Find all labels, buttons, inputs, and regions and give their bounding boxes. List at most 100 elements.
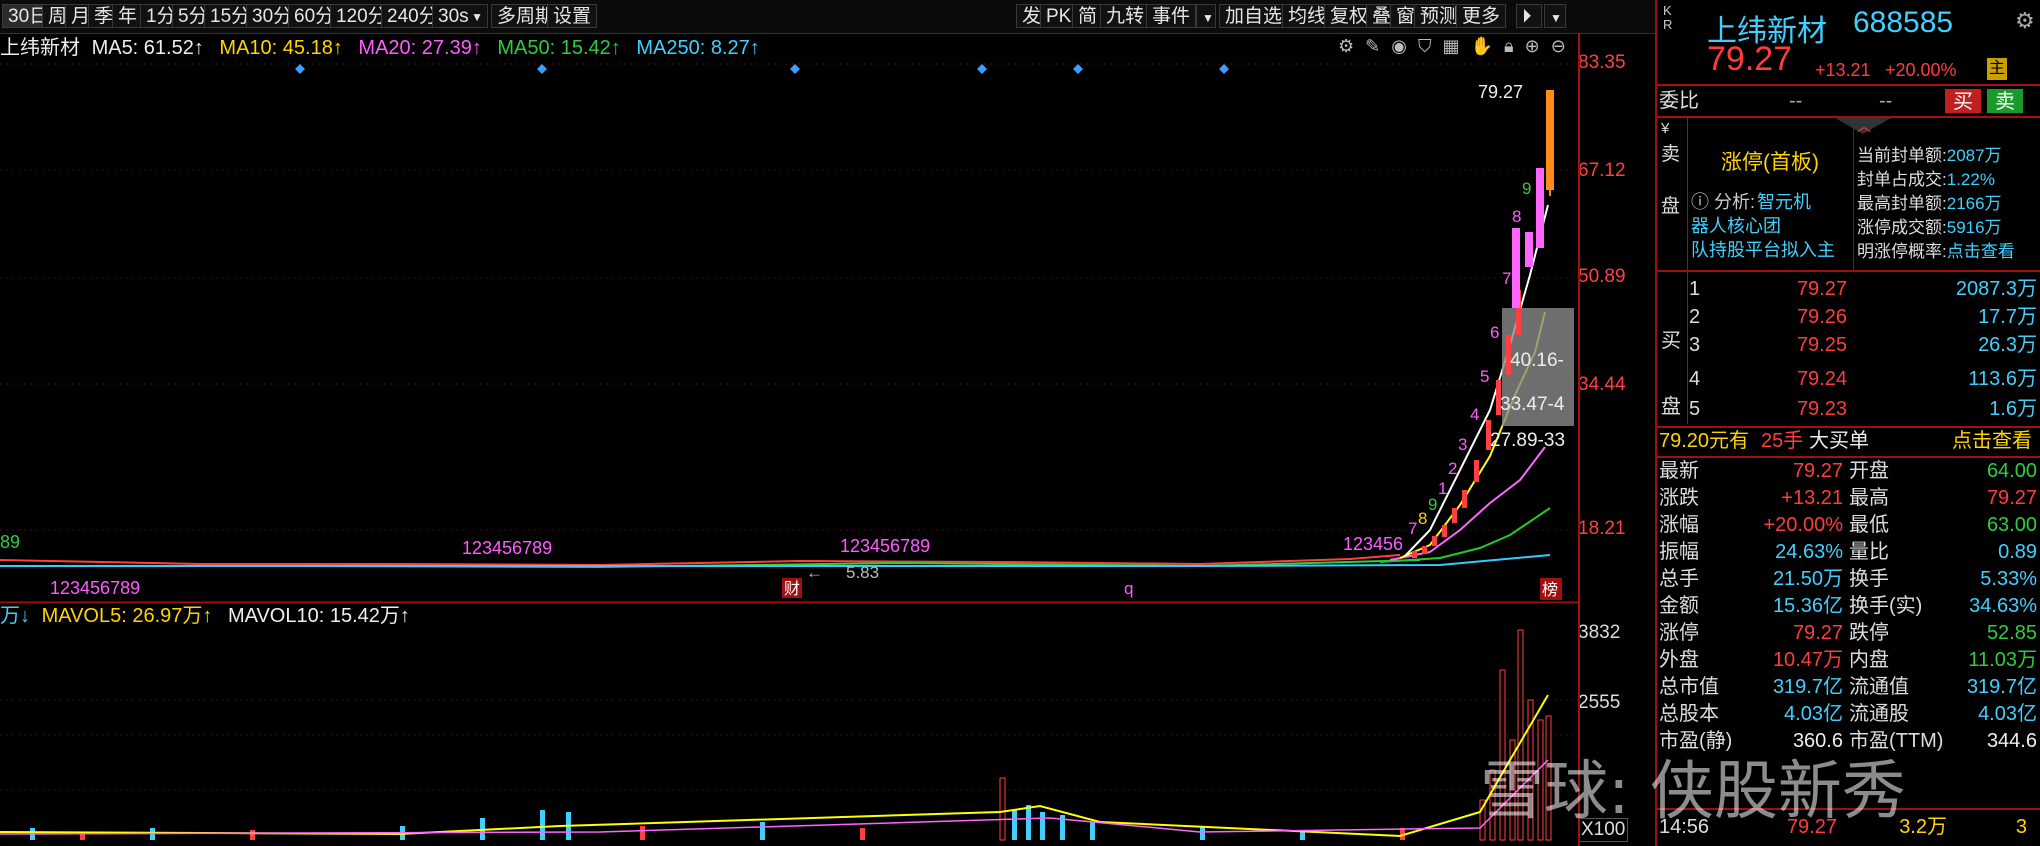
bid-row[interactable]: 1 79.27 2087.3万: [1657, 276, 2040, 302]
ranking-marker: 榜: [1542, 580, 1558, 599]
stat-key: 外盘: [1659, 649, 1699, 671]
stat-key: 流通股: [1849, 703, 1909, 725]
analysis-text-3[interactable]: 队持股平台拟入主: [1691, 236, 1835, 262]
bid-row[interactable]: 4 79.24 113.6万: [1657, 366, 2040, 392]
range-label-3: 27.89-33: [1490, 430, 1565, 451]
seq-label-1: 123456789: [50, 578, 140, 598]
stat-row: 振幅 24.63% 量比 0.89: [1657, 539, 2040, 565]
bid-volume: 113.6万: [1968, 368, 2037, 390]
stat-value: 64.00: [1986, 460, 2037, 482]
main-badge: 主: [1987, 58, 2007, 80]
count-2: 2: [1448, 459, 1457, 478]
big-order-label: 大买单: [1809, 430, 1869, 452]
volume-indicator-line: 万↓ MAVOL5: 26.97万↑ MAVOL10: 15.42万↑: [0, 602, 1578, 629]
stat-row: 总股本 4.03亿 流通股 4.03亿: [1657, 701, 2040, 727]
stat-value: 0.89: [1998, 541, 2037, 563]
seq-label-start: 89: [0, 532, 20, 552]
stat-value: 344.6: [1986, 730, 2037, 752]
stat-value: 319.7亿: [1966, 676, 2037, 698]
svg-text:←: ←: [806, 563, 823, 582]
stat-row: 总手 21.50万 换手 5.33%: [1657, 566, 2040, 592]
event-markers-cluster: [1410, 65, 1540, 73]
sell-side-label: ¥ 卖 盘: [1661, 120, 1680, 224]
count-8: 8: [1512, 207, 1521, 226]
last-price: 79.27: [1707, 40, 1793, 78]
seal-info: 当前封单额:2087万 封单占成交:1.22% 最高封单额:2166万 涨停成交…: [1857, 144, 2015, 264]
bid-row[interactable]: 2 79.26 17.7万: [1657, 304, 2040, 330]
quote-panel: KR 上纬新材 688585 ⚙ 79.27 +13.21 +20.00% 主 …: [1655, 0, 2040, 846]
big-order-lots: 25手: [1761, 430, 1804, 452]
stat-value: 79.27: [1986, 487, 2037, 509]
price-axis-2: 67.12: [1578, 160, 1626, 181]
analysis-text-2[interactable]: 器人核心团: [1691, 212, 1781, 238]
stat-key: 总股本: [1659, 703, 1719, 725]
count-4: 4: [1470, 405, 1479, 424]
bid-price: 79.23: [1796, 398, 1847, 420]
bid-price: 79.25: [1796, 334, 1847, 356]
bid-price: 79.27: [1796, 278, 1847, 300]
stat-key: 换手: [1849, 568, 1889, 590]
sell-button[interactable]: 卖: [1987, 89, 2023, 113]
chevron-up-icon[interactable]: ︿: [1857, 116, 1871, 136]
vol-axis-1: 3832: [1578, 622, 1621, 643]
stat-key: 开盘: [1849, 460, 1889, 482]
stat-value: 319.7亿: [1772, 676, 1843, 698]
stat-row: 总市值 319.7亿 流通值 319.7亿: [1657, 674, 2040, 700]
stat-key: 总市值: [1659, 676, 1719, 698]
seal-value: 2166万: [1946, 194, 2002, 213]
stock-code: 688585: [1853, 6, 1954, 39]
count-1: 1: [1438, 479, 1447, 498]
event-markers: [295, 64, 1229, 74]
stat-row: 金额 15.36亿 换手(实) 34.63%: [1657, 593, 2040, 619]
stat-key: 最低: [1849, 514, 1889, 536]
stat-value: 4.03亿: [1784, 703, 1843, 725]
stat-value: 63.00: [1986, 514, 2037, 536]
buy-button[interactable]: 买: [1945, 89, 1981, 113]
count-5: 5: [1480, 367, 1489, 386]
vol-unit: 万↓: [0, 605, 30, 627]
price-axis-4: 34.44: [1578, 374, 1626, 395]
stat-key: 振幅: [1659, 541, 1699, 563]
bid-volume: 17.7万: [1978, 306, 2037, 328]
seal-key: 最高封单额:: [1857, 194, 1947, 213]
bid-row[interactable]: 3 79.25 26.3万: [1657, 332, 2040, 358]
seal-value: 1.22%: [1946, 170, 1995, 189]
bid-level: 5: [1689, 398, 1701, 420]
yen-icon: ¥: [1661, 120, 1670, 137]
stat-value: 5.33%: [1980, 568, 2037, 590]
tick-count: 3: [2015, 816, 2027, 838]
big-order-link[interactable]: 点击查看: [1952, 428, 2032, 454]
stat-key: 量比: [1849, 541, 1889, 563]
seal-key: 当前封单额:: [1857, 146, 1947, 165]
kr-icon[interactable]: KR: [1663, 4, 1672, 32]
bid-row[interactable]: 5 79.23 1.6万: [1657, 396, 2040, 422]
stat-value: 79.27: [1792, 460, 1843, 482]
probability-link[interactable]: 点击查看: [1947, 242, 2015, 261]
bid-price: 79.24: [1796, 368, 1847, 390]
stat-value: 15.36亿: [1772, 595, 1843, 617]
bid-volume: 1.6万: [1989, 398, 2037, 420]
pan-char: 盘: [1661, 196, 1681, 217]
seq-label-4: 123456: [1343, 534, 1403, 554]
stat-key: 最高: [1849, 487, 1889, 509]
bid-volume: 26.3万: [1978, 334, 2037, 356]
kline-chart[interactable]: 89 123456789 123456789 123456789 123456 …: [0, 0, 1578, 846]
stat-key: 涨幅: [1659, 514, 1699, 536]
range-label-1: 40.16-: [1510, 350, 1564, 371]
stat-key: 内盘: [1849, 649, 1889, 671]
q-marker: q: [1124, 579, 1133, 598]
stat-key: 流通值: [1849, 676, 1909, 698]
mavol10-label: MAVOL10: 15.42万↑: [227, 605, 410, 627]
weibi-value-1: --: [1789, 90, 1803, 112]
mavol5-label: MAVOL5: 26.97万↑: [41, 605, 213, 627]
seq-label-2: 123456789: [462, 538, 552, 558]
gear-icon[interactable]: ⚙: [2015, 8, 2035, 34]
range-label-2: 33.47-4: [1500, 394, 1565, 415]
big-order-price: 79.20元有: [1659, 430, 1750, 452]
analysis-text-1[interactable]: 智元机: [1757, 188, 1811, 214]
count-6: 6: [1490, 323, 1499, 342]
stat-value: 11.03万: [1968, 649, 2037, 671]
limit-up-title: 涨停(首板): [1721, 151, 1819, 174]
price-axis-1: 83.35: [1578, 52, 1626, 73]
stat-key: 换手(实): [1849, 595, 1923, 617]
